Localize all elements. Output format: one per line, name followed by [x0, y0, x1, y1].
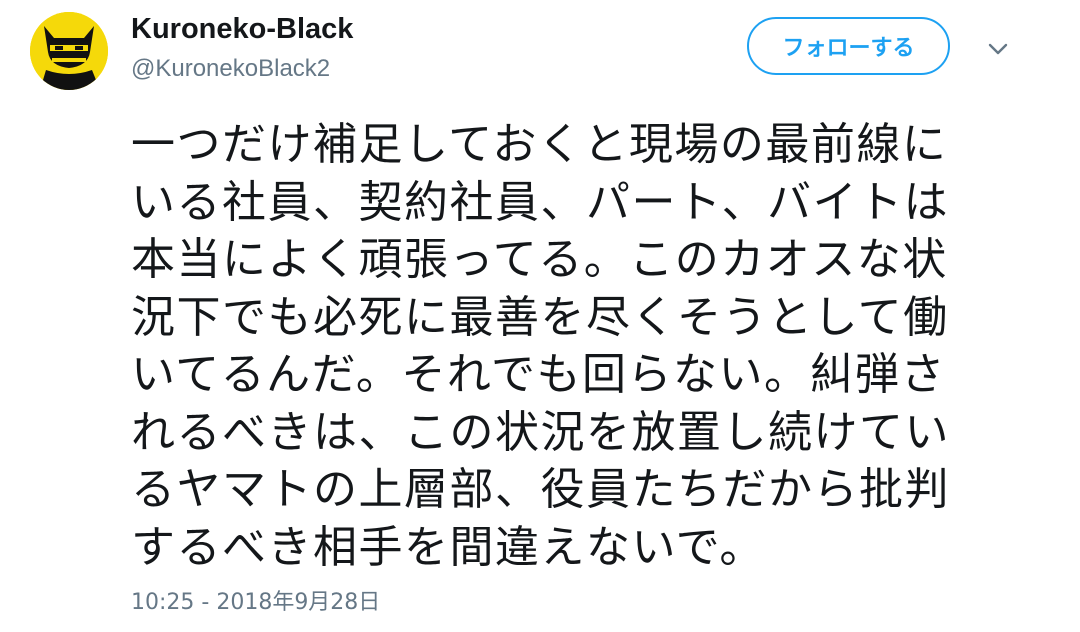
follow-button[interactable]: フォローする: [747, 17, 950, 75]
tweet-text-line: 一つだけ補足しておくと現場の最前線に: [131, 119, 948, 170]
display-name[interactable]: Kuroneko-Black: [131, 11, 353, 47]
follow-button-label: フォローする: [782, 36, 915, 61]
tweet-text-line: れるべきは、この状況を放置し続けてい: [131, 406, 950, 458]
chevron-down-icon[interactable]: [985, 36, 1011, 62]
tweet-timestamp[interactable]: 10:25 - 2018年9月28日: [131, 588, 380, 618]
tweet-text-line: るヤマトの上層部、役員たちだから批判: [131, 464, 950, 515]
avatar[interactable]: [30, 12, 108, 90]
tweet-text-line: いる社員、契約社員、パート、バイトは: [131, 176, 950, 228]
tweet-text: 一つだけ補足しておくと現場の最前線に いる社員、契約社員、パート、バイトは 本当…: [131, 116, 1001, 576]
tweet-text-line: いてるんだ。それでも回らない。糾弾さ: [131, 349, 947, 400]
tweet-text-line: 本当によく頑張ってる。このカオスな状: [131, 234, 948, 285]
tweet-text-line: するべき相手を間違えないで。: [131, 521, 765, 573]
black-cat-icon: [30, 12, 108, 90]
user-handle[interactable]: @KuronekoBlack2: [131, 54, 330, 84]
tweet-text-line: 況下でも必死に最善を尽くそうとして働: [131, 291, 949, 343]
tweet-card: Kuroneko-Black @KuronekoBlack2 フォローする 一つ…: [0, 0, 1080, 632]
